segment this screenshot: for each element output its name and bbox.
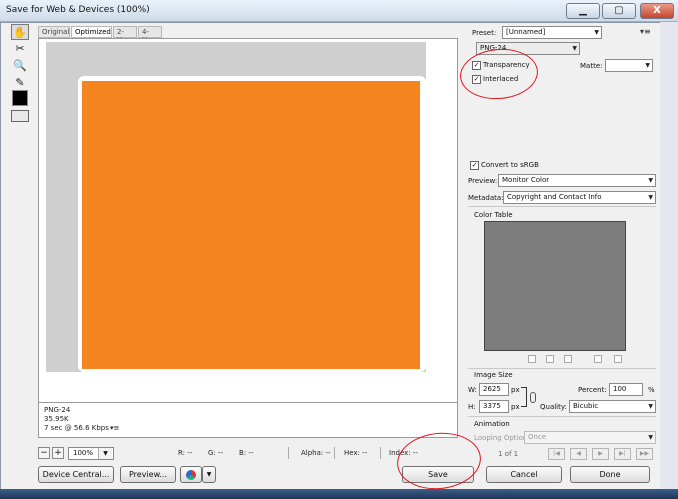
width-label: W: <box>468 386 477 394</box>
percent-label: Percent: <box>578 386 607 394</box>
last-frame-icon[interactable]: ▶▶ <box>636 448 653 460</box>
readout-hex: Hex: -- <box>344 449 368 457</box>
preview-label: Preview: <box>468 177 498 185</box>
browser-button[interactable] <box>180 466 202 483</box>
close-button[interactable]: X <box>640 3 674 19</box>
status-divider <box>380 447 381 459</box>
readout-b: B: -- <box>239 449 254 457</box>
percent-unit: % <box>648 386 655 394</box>
preview-image <box>82 81 420 369</box>
zoom-dropdown-icon[interactable]: ▼ <box>98 448 112 459</box>
eyedropper-tool-icon[interactable]: ✎ <box>11 75 29 91</box>
cancel-button[interactable]: Cancel <box>486 466 562 483</box>
matte-select[interactable]: ▼ <box>605 59 653 72</box>
tab-4-up[interactable]: 4-Up <box>138 26 162 44</box>
constrain-bracket <box>521 387 527 407</box>
new-color-icon[interactable] <box>594 355 602 363</box>
chevron-down-icon: ▼ <box>594 29 599 36</box>
preset-label: Preset: <box>472 29 497 37</box>
convert-srgb-checkbox[interactable]: ✓ <box>470 161 479 170</box>
animation-label: Animation <box>474 420 510 428</box>
info-format: PNG-24 <box>44 406 71 414</box>
next-frame-icon[interactable]: ▶| <box>614 448 631 460</box>
convert-srgb-label: Convert to sRGB <box>481 161 539 169</box>
width-field[interactable]: 2625 <box>479 383 509 396</box>
info-menu-icon[interactable]: ▾≡ <box>110 424 119 432</box>
preset-select[interactable]: [Unnamed] ▼ <box>502 26 602 39</box>
lock-color-icon[interactable] <box>564 355 572 363</box>
toggle-slices-icon[interactable] <box>11 110 29 122</box>
link-icon[interactable] <box>530 392 536 403</box>
readout-r: R: -- <box>178 449 193 457</box>
first-frame-icon[interactable]: |◀ <box>548 448 565 460</box>
minimize-button[interactable]: ▁ <box>566 3 600 19</box>
zoom-out-button[interactable]: − <box>38 447 50 459</box>
tab-optimized[interactable]: Optimized <box>71 26 112 38</box>
width-unit: px <box>511 386 520 394</box>
metadata-label: Metadata: <box>468 194 504 202</box>
chevron-down-icon: ▼ <box>648 434 653 441</box>
chevron-down-icon: ▼ <box>648 403 653 410</box>
map-to-transparent-icon[interactable] <box>528 355 536 363</box>
looping-options-select[interactable]: Once ▼ <box>524 431 656 444</box>
window-title: Save for Web & Devices (100%) <box>6 5 150 15</box>
section-divider <box>468 206 656 207</box>
chevron-down-icon: ▼ <box>572 45 577 52</box>
image-size-label: Image Size <box>474 371 513 379</box>
zoom-tool-icon[interactable]: 🔍 <box>11 58 29 74</box>
height-unit: px <box>511 403 520 411</box>
info-file-size: 35.95K <box>44 415 69 423</box>
chevron-down-icon: ▼ <box>645 62 650 69</box>
status-divider <box>288 447 289 459</box>
zoom-in-button[interactable]: + <box>52 447 64 459</box>
chevron-down-icon: ▼ <box>648 194 653 201</box>
optimize-menu-icon[interactable]: ▾≡ <box>640 27 651 36</box>
preview-mode-select[interactable]: Monitor Color ▼ <box>498 174 656 187</box>
matte-label: Matte: <box>580 62 603 70</box>
height-label: H: <box>468 403 476 411</box>
color-table[interactable] <box>484 221 626 351</box>
browser-icon <box>186 470 196 480</box>
info-download-time: 7 sec @ 56.6 Kbps <box>44 424 109 432</box>
optimization-info: PNG-24 35.95K 7 sec @ 56.6 Kbps ▾≡ <box>38 403 458 438</box>
preview-in-browser-button[interactable]: Preview... <box>120 466 176 483</box>
device-central-button[interactable]: Device Central... <box>38 466 114 483</box>
hand-tool-icon[interactable]: ✋ <box>11 24 29 40</box>
chevron-down-icon: ▼ <box>648 177 653 184</box>
done-button[interactable]: Done <box>570 466 650 483</box>
desktop-edge <box>660 22 678 489</box>
web-shift-icon[interactable] <box>546 355 554 363</box>
section-divider <box>468 416 656 417</box>
percent-field[interactable]: 100 <box>609 383 643 396</box>
eyedropper-color-swatch[interactable] <box>12 90 28 106</box>
readout-g: G: -- <box>208 449 224 457</box>
previous-frame-icon[interactable]: ◀ <box>570 448 587 460</box>
quality-label: Quality: <box>540 403 567 411</box>
windows-taskbar <box>0 489 678 499</box>
section-divider <box>468 368 656 369</box>
slice-select-tool-icon[interactable]: ✂ <box>11 41 29 57</box>
color-table-label: Color Table <box>474 211 513 219</box>
trash-icon[interactable] <box>614 355 622 363</box>
height-field[interactable]: 3375 <box>479 400 509 413</box>
status-divider <box>334 447 335 459</box>
metadata-select[interactable]: Copyright and Contact Info ▼ <box>503 191 656 204</box>
browser-dropdown-icon[interactable]: ▼ <box>202 466 216 483</box>
play-icon[interactable]: ▶ <box>592 448 609 460</box>
maximize-button[interactable]: ▢ <box>602 3 636 19</box>
tab-original[interactable]: Original <box>38 26 70 38</box>
readout-alpha: Alpha: -- <box>301 449 331 457</box>
tab-2-up[interactable]: 2-Up <box>113 26 137 44</box>
frame-counter: 1 of 1 <box>498 450 519 458</box>
quality-select[interactable]: Bicubic ▼ <box>569 400 656 413</box>
